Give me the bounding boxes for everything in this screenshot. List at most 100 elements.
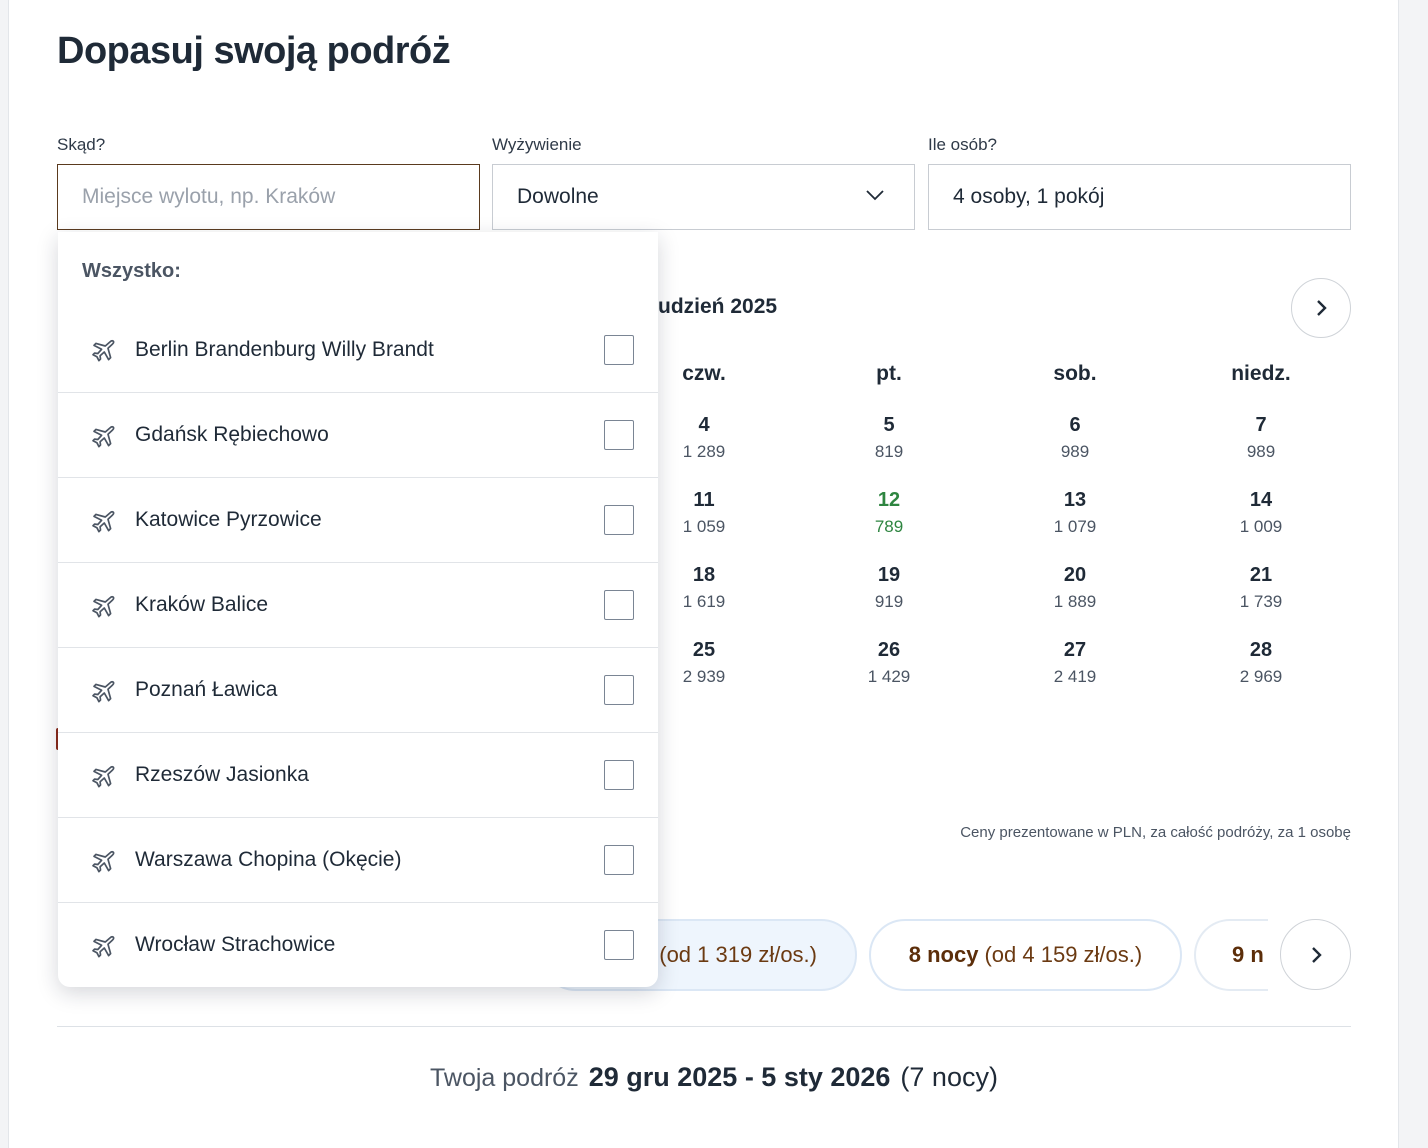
day-price: 2 419	[1053, 667, 1097, 686]
calendar-day[interactable]: 7 989	[1201, 413, 1321, 462]
day-number: 19	[877, 564, 901, 586]
calendar-day[interactable]: 20 1 889	[1015, 563, 1135, 612]
plane-icon	[88, 847, 116, 875]
airport-name: Rzeszów Jasionka	[135, 763, 309, 786]
nights-option-text: (od 4 159 zł/os.)	[984, 942, 1143, 967]
airport-checkbox[interactable]	[604, 675, 634, 705]
day-number: 13	[1063, 489, 1087, 511]
chevron-right-icon	[1317, 300, 1327, 316]
airport-name: Berlin Brandenburg Willy Brandt	[135, 337, 434, 361]
plane-icon	[88, 336, 116, 364]
day-price: 1 079	[1053, 517, 1097, 536]
airport-name: Katowice Pyrzowice	[135, 508, 322, 531]
airport-checkbox[interactable]	[604, 845, 634, 875]
chevron-down-icon	[866, 190, 884, 201]
nights-next-button[interactable]	[1280, 919, 1351, 990]
nights-option-bold: 8 nocy	[908, 942, 979, 967]
day-number: 11	[693, 489, 715, 511]
board-label: Wyżywienie	[492, 135, 582, 154]
divider	[57, 1026, 1351, 1027]
calendar-day[interactable]: 4 1 289	[644, 413, 764, 462]
next-month-button[interactable]	[1291, 278, 1351, 338]
departure-input[interactable]	[82, 185, 479, 209]
day-price: 1 009	[1239, 517, 1283, 536]
weekday-sun: niedz.	[1231, 362, 1291, 385]
plane-icon	[88, 592, 116, 620]
people-value: 4 osoby, 1 pokój	[953, 185, 1105, 208]
airport-checkbox[interactable]	[604, 505, 634, 535]
nights-option-9[interactable]: 9 n	[1194, 919, 1268, 991]
airport-name: Poznań Ławica	[135, 678, 278, 701]
day-price: 1 889	[1053, 592, 1097, 611]
departure-dropdown: Wszystko: Berlin Brandenburg Willy Brand…	[58, 232, 658, 987]
prices-note: Ceny prezentowane w PLN, za całość podró…	[960, 824, 1351, 841]
airport-option[interactable]: Rzeszów Jasionka	[58, 732, 658, 817]
airport-option[interactable]: Poznań Ławica	[58, 647, 658, 732]
airport-option[interactable]: Warszawa Chopina (Okęcie)	[58, 817, 658, 902]
plane-icon	[88, 677, 116, 705]
trip-summary-label: Twoja podróż	[430, 1064, 579, 1092]
chevron-right-icon	[1311, 946, 1322, 963]
day-price: 1 289	[682, 442, 726, 461]
people-label: Ile osób?	[928, 135, 997, 154]
day-number: 27	[1063, 639, 1087, 661]
weekday-thu: czw.	[682, 362, 726, 385]
calendar-day[interactable]: 19 919	[829, 563, 949, 612]
plane-icon	[88, 507, 116, 535]
calendar-day[interactable]: 12 789	[829, 488, 949, 537]
trip-dates: 29 gru 2025 - 5 sty 2026	[588, 1062, 891, 1092]
day-number: 5	[883, 414, 895, 436]
weekday-sat: sob.	[1053, 362, 1097, 385]
calendar-day[interactable]: 14 1 009	[1201, 488, 1321, 537]
calendar-day[interactable]: 21 1 739	[1201, 563, 1321, 612]
nights-option-bold: 9 n	[1232, 942, 1264, 967]
day-price: 819	[874, 442, 904, 461]
from-field[interactable]	[57, 164, 480, 230]
page-title: Dopasuj swoją podróż	[57, 30, 451, 72]
day-number: 6	[1069, 414, 1081, 436]
board-select[interactable]: Dowolne	[492, 164, 915, 230]
day-number: 20	[1063, 564, 1087, 586]
airport-option[interactable]: Wrocław Strachowice	[58, 902, 658, 987]
airport-option[interactable]: Kraków Balice	[58, 562, 658, 647]
nights-option-8[interactable]: 8 nocy (od 4 159 zł/os.)	[869, 919, 1182, 991]
plane-icon	[88, 932, 116, 960]
day-number: 18	[692, 564, 716, 586]
calendar-day[interactable]: 11 1 059	[644, 488, 764, 537]
airport-checkbox[interactable]	[604, 930, 634, 960]
day-price: 789	[874, 517, 904, 536]
day-price: 1 059	[682, 517, 726, 536]
day-price: 919	[874, 592, 904, 611]
airport-checkbox[interactable]	[604, 420, 634, 450]
calendar-day[interactable]: 5 819	[829, 413, 949, 462]
airport-checkbox[interactable]	[604, 760, 634, 790]
airport-option[interactable]: Katowice Pyrzowice	[58, 477, 658, 562]
day-number: 25	[692, 639, 716, 661]
day-number: 28	[1249, 639, 1273, 661]
airport-name: Gdańsk Rębiechowo	[135, 423, 329, 446]
day-number: 26	[877, 639, 901, 661]
airport-checkbox[interactable]	[604, 590, 634, 620]
calendar-day[interactable]: 25 2 939	[644, 638, 764, 687]
plane-icon	[88, 422, 116, 450]
calendar-day[interactable]: 27 2 419	[1015, 638, 1135, 687]
day-price: 1 429	[867, 667, 911, 686]
people-field[interactable]: 4 osoby, 1 pokój	[928, 164, 1351, 230]
calendar-day[interactable]: 26 1 429	[829, 638, 949, 687]
calendar-day[interactable]: 28 2 969	[1201, 638, 1321, 687]
airport-name: Kraków Balice	[135, 593, 269, 616]
day-number: 7	[1255, 414, 1267, 436]
day-price: 1 739	[1239, 592, 1283, 611]
airport-option[interactable]: Berlin Brandenburg Willy Brandt	[58, 307, 658, 392]
calendar-day[interactable]: 18 1 619	[644, 563, 764, 612]
trip-nights: (7 nocy)	[900, 1062, 998, 1092]
airport-checkbox[interactable]	[604, 334, 634, 365]
calendar-day[interactable]: 6 989	[1015, 413, 1135, 462]
airport-option[interactable]: Gdańsk Rębiechowo	[58, 392, 658, 477]
day-number: 14	[1249, 489, 1273, 511]
day-number: 12	[877, 489, 901, 511]
board-value: Dowolne	[517, 185, 599, 208]
day-number: 21	[1249, 564, 1273, 586]
weekday-fri: pt.	[876, 362, 902, 385]
calendar-day[interactable]: 13 1 079	[1015, 488, 1135, 537]
